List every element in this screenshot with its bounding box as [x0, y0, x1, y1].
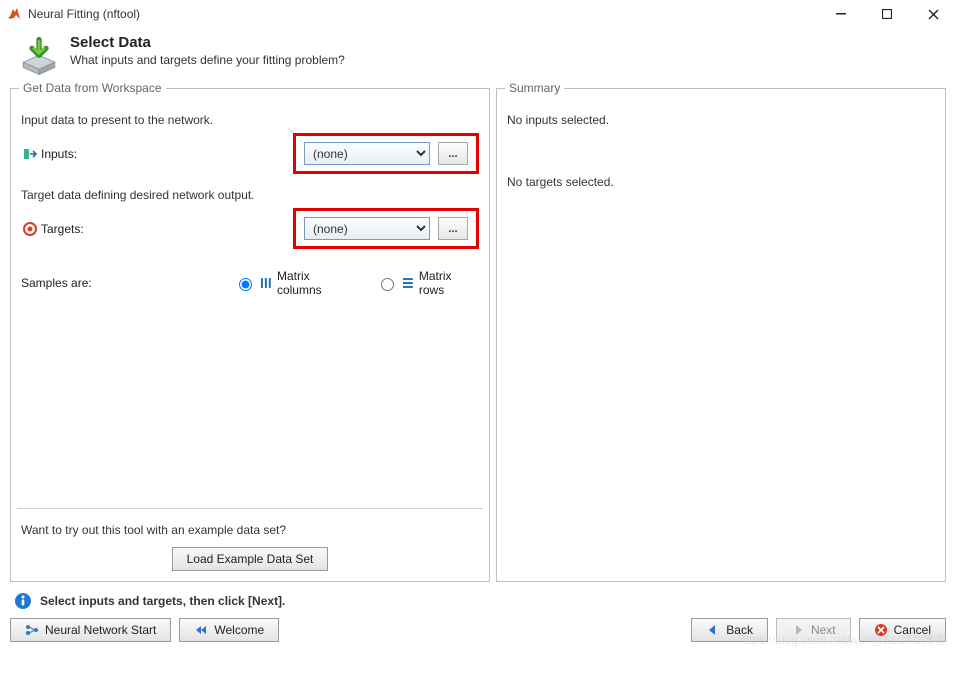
get-data-panel: Get Data from Workspace Input data to pr… [10, 88, 490, 582]
summary-no-inputs: No inputs selected. [507, 113, 935, 127]
targets-select[interactable]: (none) [304, 217, 430, 240]
summary-panel: Summary No inputs selected. No targets s… [496, 88, 946, 582]
load-example-label: Load Example Data Set [187, 552, 314, 566]
titlebar: Neural Fitting (nftool) [0, 0, 956, 28]
example-question: Want to try out this tool with an exampl… [21, 517, 479, 537]
hint-text: Select inputs and targets, then click [N… [40, 594, 285, 608]
neural-network-start-button[interactable]: Neural Network Start [10, 618, 171, 642]
next-label: Next [811, 623, 836, 637]
minimize-button[interactable] [818, 0, 864, 28]
window-title: Neural Fitting (nftool) [28, 7, 818, 21]
next-icon [791, 623, 805, 637]
page-subtitle: What inputs and targets define your fitt… [70, 53, 345, 67]
targets-label-row: Targets: [21, 222, 293, 236]
welcome-label: Welcome [214, 623, 264, 637]
targets-icon [23, 222, 37, 236]
inputs-icon [23, 147, 37, 161]
hint-row: Select inputs and targets, then click [N… [0, 582, 956, 612]
back-label: Back [726, 623, 753, 637]
inputs-label-text: Inputs: [41, 147, 77, 161]
radio-matrix-rows[interactable]: Matrix rows [376, 269, 479, 297]
get-data-legend: Get Data from Workspace [19, 81, 166, 95]
welcome-button[interactable]: Welcome [179, 618, 279, 642]
back-button[interactable]: Back [691, 618, 768, 642]
matrix-columns-icon [259, 276, 273, 290]
samples-label: Samples are: [21, 276, 214, 290]
inputs-label-row: Inputs: [21, 147, 293, 161]
summary-no-targets: No targets selected. [507, 175, 935, 189]
targets-highlight: (none) ... [293, 208, 479, 249]
page-title: Select Data [70, 34, 345, 51]
inputs-browse-button[interactable]: ... [438, 142, 468, 165]
cancel-label: Cancel [894, 623, 931, 637]
cancel-button[interactable]: Cancel [859, 618, 946, 642]
matlab-icon [6, 6, 22, 22]
radio-rows-label: Matrix rows [419, 269, 479, 297]
summary-legend: Summary [505, 81, 564, 95]
download-box-icon [18, 36, 60, 78]
header: Select Data What inputs and targets defi… [0, 28, 956, 88]
nn-start-label: Neural Network Start [45, 623, 156, 637]
maximize-button[interactable] [864, 0, 910, 28]
targets-label-text: Targets: [41, 222, 84, 236]
target-intro: Target data defining desired network out… [21, 188, 479, 202]
inputs-select[interactable]: (none) [304, 142, 430, 165]
cancel-icon [874, 623, 888, 637]
footer: Neural Network Start Welcome Back Next C… [0, 612, 956, 652]
load-example-button[interactable]: Load Example Data Set [172, 547, 329, 571]
rewind-icon [194, 623, 208, 637]
info-icon [14, 592, 32, 610]
back-icon [706, 623, 720, 637]
nn-start-icon [25, 623, 39, 637]
close-button[interactable] [910, 0, 956, 28]
targets-browse-button[interactable]: ... [438, 217, 468, 240]
input-intro: Input data to present to the network. [21, 113, 479, 127]
next-button[interactable]: Next [776, 618, 851, 642]
matrix-rows-icon [401, 276, 415, 290]
radio-columns-label: Matrix columns [277, 269, 356, 297]
inputs-highlight: (none) ... [293, 133, 479, 174]
radio-matrix-columns[interactable]: Matrix columns [234, 269, 356, 297]
